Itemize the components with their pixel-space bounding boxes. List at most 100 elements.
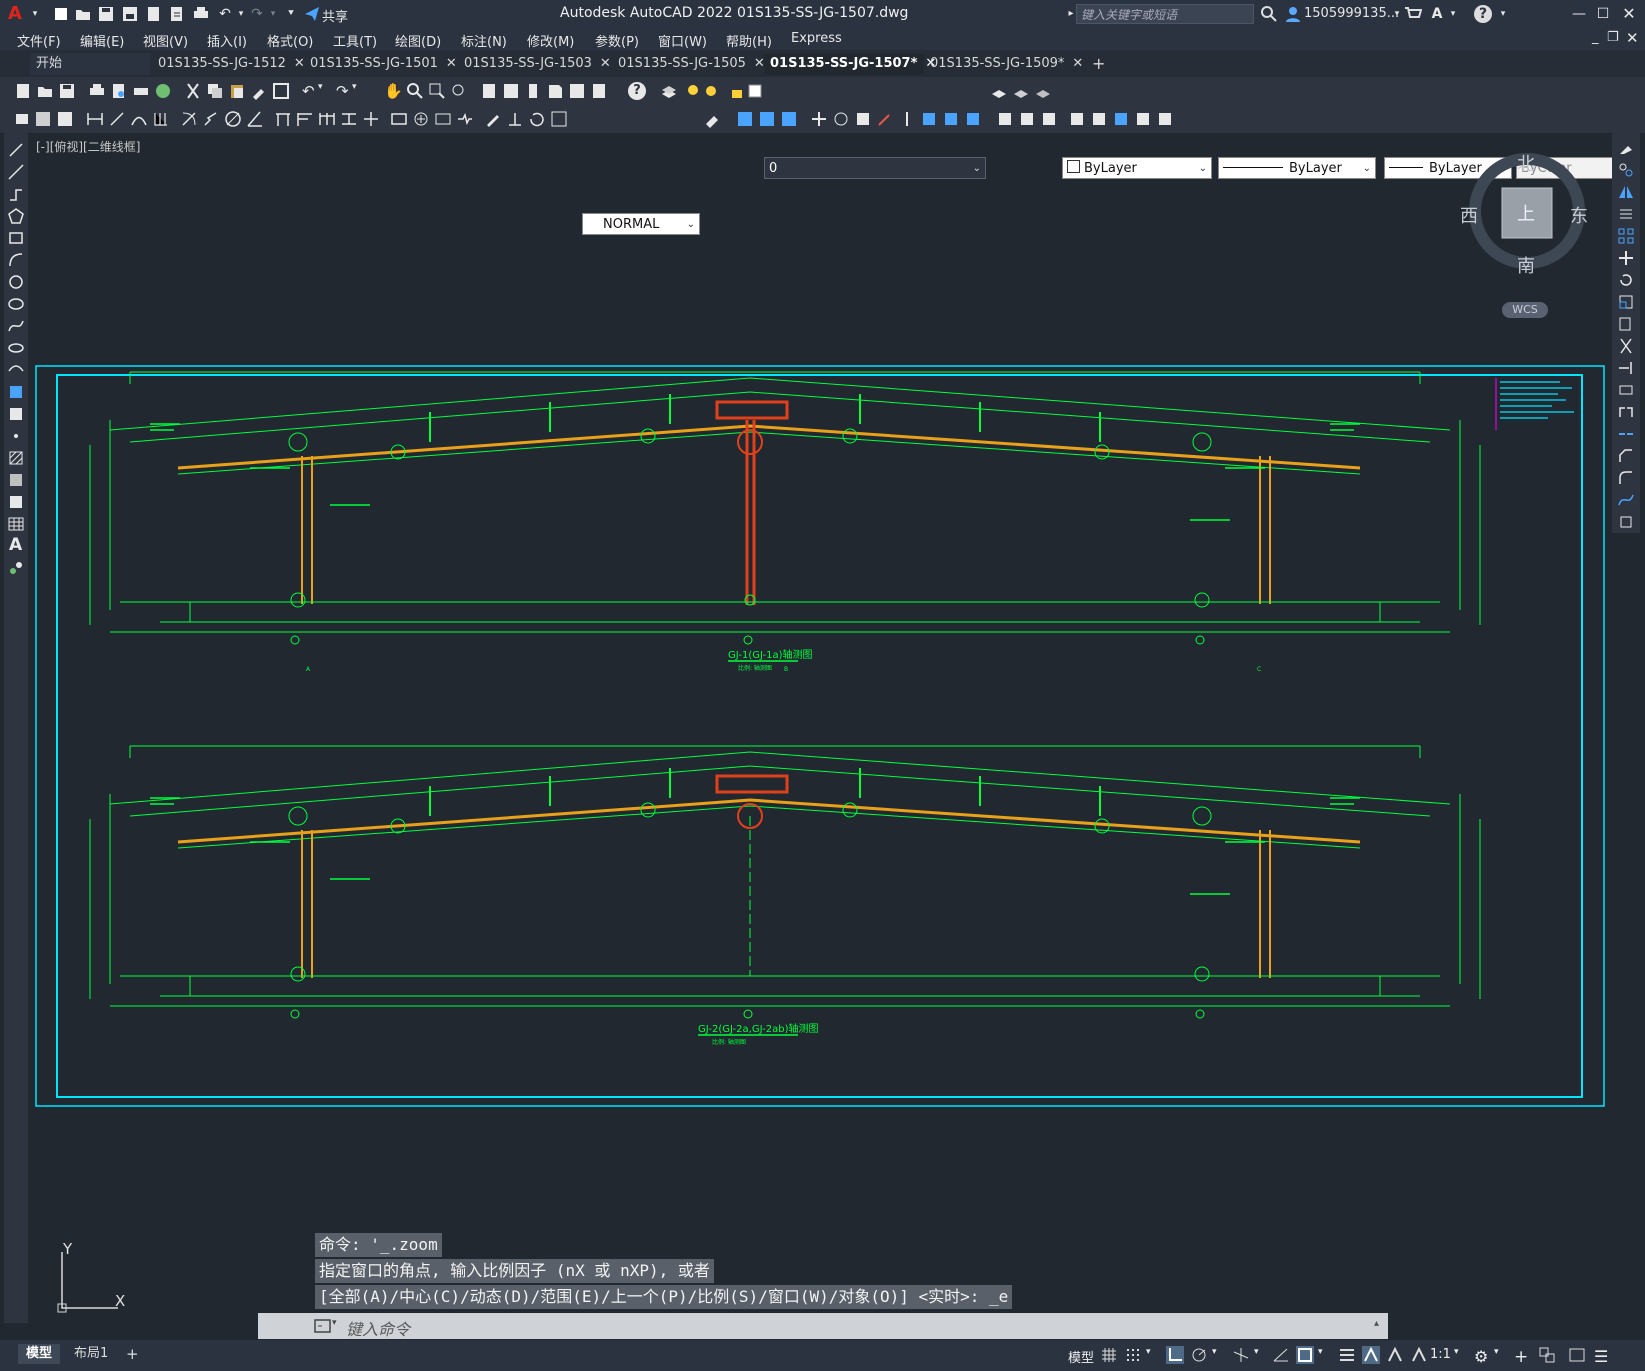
revolve-icon[interactable] bbox=[1112, 110, 1130, 128]
snap-dropdown-icon[interactable]: ▾ bbox=[1146, 1347, 1151, 1357]
baseline-dim-icon[interactable] bbox=[296, 110, 314, 128]
ucs-world-icon[interactable] bbox=[758, 110, 776, 128]
snap-icon[interactable] bbox=[1124, 1346, 1142, 1364]
linear-dim-icon[interactable] bbox=[86, 110, 104, 128]
layer-properties-icon[interactable] bbox=[660, 82, 678, 100]
workspace-dropdown-icon[interactable]: ▾ bbox=[1494, 1347, 1499, 1357]
polygon-icon[interactable] bbox=[7, 207, 25, 225]
units-icon[interactable] bbox=[1538, 1346, 1556, 1364]
frame1-title[interactable]: GJ-1(GJ-1a)轴测图 bbox=[728, 648, 813, 661]
command-history-toggle-icon[interactable]: ▴ bbox=[1374, 1318, 1379, 1329]
erase-3d-icon[interactable] bbox=[876, 110, 894, 128]
tab-1512[interactable]: 01S135-SS-JG-1512 ✕ bbox=[152, 53, 305, 75]
rotate-3d-icon[interactable] bbox=[832, 110, 850, 128]
publish-icon[interactable] bbox=[132, 82, 150, 100]
drawing-border-outer[interactable] bbox=[35, 365, 1605, 1107]
close-tab-icon[interactable]: ✕ bbox=[446, 56, 457, 71]
ordinate-dim-icon[interactable] bbox=[152, 110, 170, 128]
stretch-icon[interactable] bbox=[1617, 315, 1635, 333]
linetype-dropdown[interactable]: ByLayer ⌄ bbox=[1218, 157, 1376, 179]
ucs-icon[interactable] bbox=[736, 110, 754, 128]
help-icon[interactable]: ? bbox=[1474, 5, 1492, 23]
jogged-linear-icon[interactable] bbox=[456, 110, 474, 128]
drawing-canvas[interactable]: GJ-1(GJ-1a)轴测图 比例: 轴测图 GJ-2(GJ-2a,GJ-2ab… bbox=[30, 360, 1610, 1110]
share-icon[interactable] bbox=[303, 5, 321, 23]
circle-icon[interactable] bbox=[7, 273, 25, 291]
isodraft-dropdown-icon[interactable]: ▾ bbox=[1254, 1347, 1259, 1357]
mirror-3d-icon[interactable] bbox=[898, 110, 916, 128]
menu-file[interactable]: 文件(F) bbox=[17, 31, 61, 50]
undo-toolbar-dropdown-icon[interactable]: ▾ bbox=[318, 82, 336, 100]
make-block-icon[interactable] bbox=[7, 405, 25, 423]
save-icon[interactable] bbox=[97, 5, 115, 23]
zoom-window-icon[interactable] bbox=[428, 82, 446, 100]
recent-commands-icon[interactable] bbox=[314, 1318, 332, 1334]
polar-dropdown-icon[interactable]: ▾ bbox=[1212, 1347, 1217, 1357]
drawing-border-inner[interactable] bbox=[56, 374, 1583, 1098]
dim-break-icon[interactable] bbox=[362, 110, 380, 128]
arc-icon[interactable] bbox=[7, 251, 25, 269]
doc-close-icon[interactable]: ✕ bbox=[1626, 29, 1639, 47]
dim-space-icon[interactable] bbox=[340, 110, 358, 128]
markup-icon[interactable] bbox=[568, 82, 586, 100]
loft-icon[interactable] bbox=[1156, 110, 1174, 128]
center-mark-icon[interactable] bbox=[412, 110, 430, 128]
copy-icon[interactable] bbox=[206, 82, 224, 100]
annotation-visibility-icon[interactable] bbox=[1362, 1346, 1380, 1364]
tab-start[interactable]: 开始 bbox=[30, 53, 150, 75]
diameter-dim-icon[interactable] bbox=[224, 110, 242, 128]
tab-1507[interactable]: 01S135-SS-JG-1507* ✕ bbox=[764, 53, 936, 75]
region-icon[interactable] bbox=[7, 493, 25, 511]
layer-on-icon[interactable] bbox=[684, 82, 702, 100]
aligned-dim-icon[interactable] bbox=[108, 110, 126, 128]
menu-express[interactable]: Express bbox=[791, 31, 842, 46]
clean-screen-icon[interactable] bbox=[1568, 1346, 1586, 1364]
break-at-point-icon[interactable] bbox=[1617, 381, 1635, 399]
array-icon[interactable] bbox=[1617, 227, 1635, 245]
copy-object-icon[interactable] bbox=[1617, 161, 1635, 179]
lineweight-toggle-icon[interactable] bbox=[1338, 1346, 1356, 1364]
align-3d-icon[interactable] bbox=[854, 110, 872, 128]
3d-print-icon[interactable] bbox=[154, 82, 172, 100]
close-tab-icon[interactable]: ✕ bbox=[1072, 56, 1083, 71]
plot-toolbar-icon[interactable] bbox=[88, 82, 106, 100]
subtract-icon[interactable] bbox=[1018, 110, 1036, 128]
viewcube[interactable]: 北 南 东 西 上 bbox=[1460, 150, 1588, 277]
jogged-dim-icon[interactable] bbox=[202, 110, 220, 128]
customization-menu-icon[interactable]: ☰ bbox=[1594, 1347, 1608, 1366]
osnap-dropdown-icon[interactable]: ▾ bbox=[1318, 1347, 1323, 1357]
tolerance-icon[interactable] bbox=[390, 110, 408, 128]
a360-dropdown-icon[interactable]: ▾ bbox=[1444, 5, 1462, 23]
spline-icon[interactable] bbox=[7, 317, 25, 335]
erase-icon[interactable] bbox=[1617, 139, 1635, 157]
extend-icon[interactable] bbox=[1617, 359, 1635, 377]
grid-icon[interactable] bbox=[1100, 1346, 1118, 1364]
table-icon[interactable] bbox=[7, 515, 25, 533]
layer-dropdown[interactable]: 0 ⌄ bbox=[764, 157, 986, 179]
inspection-icon[interactable] bbox=[434, 110, 452, 128]
chamfer-icon[interactable] bbox=[1617, 447, 1635, 465]
menu-format[interactable]: 格式(O) bbox=[267, 31, 313, 50]
sheet-set-icon[interactable] bbox=[546, 82, 564, 100]
section-plane-icon[interactable] bbox=[920, 110, 938, 128]
cut-icon[interactable] bbox=[184, 82, 202, 100]
open-file-icon[interactable] bbox=[74, 5, 92, 23]
object-snap-tracking-icon[interactable] bbox=[1272, 1346, 1290, 1364]
menu-parametric[interactable]: 参数(P) bbox=[595, 31, 639, 50]
line-icon[interactable] bbox=[7, 141, 25, 159]
ellipse-arc-icon[interactable] bbox=[7, 361, 25, 379]
help-toolbar-icon[interactable]: ? bbox=[628, 82, 646, 100]
redo-dropdown-icon[interactable]: ▾ bbox=[264, 5, 282, 23]
dim-style-manager-icon[interactable] bbox=[704, 110, 722, 128]
viewport-controls-label[interactable]: [-][俯视][二维线框] bbox=[36, 138, 140, 155]
open-icon[interactable] bbox=[36, 82, 54, 100]
viewcube-north[interactable]: 北 bbox=[1517, 150, 1535, 176]
save-web-icon[interactable] bbox=[168, 5, 186, 23]
layer-previous-icon[interactable] bbox=[1012, 82, 1030, 100]
plot-preview-icon[interactable] bbox=[110, 82, 128, 100]
tab-model[interactable]: 模型 bbox=[18, 1344, 61, 1364]
wcs-menu[interactable]: WCS bbox=[1502, 302, 1548, 318]
join-icon[interactable] bbox=[1617, 425, 1635, 443]
save-toolbar-icon[interactable] bbox=[58, 82, 76, 100]
search-icon[interactable] bbox=[1260, 5, 1278, 23]
